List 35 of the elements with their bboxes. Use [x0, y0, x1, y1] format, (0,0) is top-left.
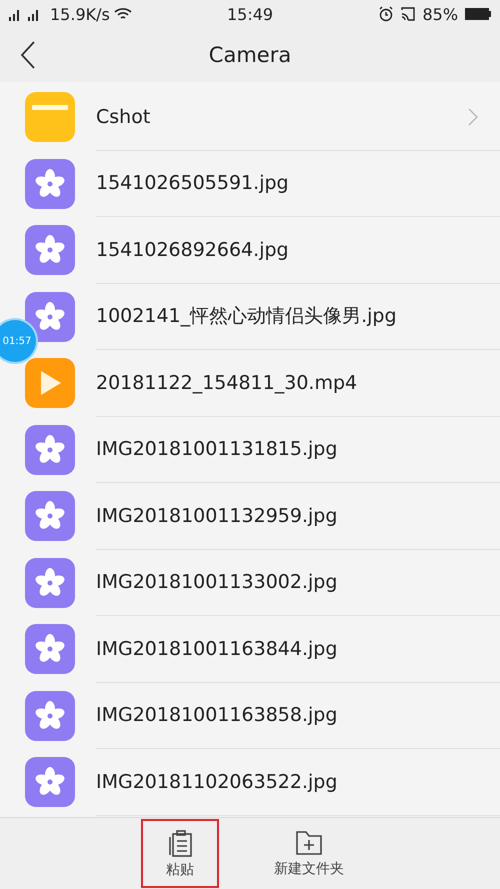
network-speed: 15.9K/s	[50, 4, 110, 24]
folder-icon	[25, 92, 75, 142]
file-name[interactable]: IMG20181001132959.jpg	[96, 504, 478, 527]
cast-icon	[400, 6, 416, 22]
battery-percent: 85%	[422, 4, 458, 24]
toolbar-button[interactable]: 新建文件夹	[259, 819, 359, 888]
file-name[interactable]: 1541026505591.jpg	[96, 172, 478, 194]
clipboard-icon	[167, 828, 193, 856]
flower-icon	[25, 491, 75, 542]
file-name[interactable]: 1541026892664.jpg	[96, 238, 478, 261]
status-time: 15:49	[226, 4, 274, 24]
back-icon	[20, 41, 36, 69]
flower-icon	[25, 158, 75, 209]
file-name[interactable]: IMG20181102063522.jpg	[96, 770, 478, 793]
page-title: Camera	[208, 43, 292, 67]
toolbar-button[interactable]: 粘贴	[141, 819, 219, 888]
wifi-icon	[114, 7, 132, 21]
flower-icon	[25, 558, 75, 608]
file-name[interactable]: IMG20181001131815.jpg	[96, 438, 478, 460]
alarm-icon	[378, 6, 394, 22]
file-name[interactable]: IMG20181001163844.jpg	[96, 638, 478, 660]
file-name[interactable]: IMG20181001133002.jpg	[96, 571, 478, 594]
battery-icon	[464, 7, 492, 21]
flower-icon	[25, 225, 75, 276]
new-folder-icon	[295, 830, 323, 856]
chevron-icon	[468, 108, 478, 126]
file-name[interactable]: 20181122_154811_30.mp4	[96, 372, 478, 394]
play-icon	[25, 358, 75, 408]
file-name[interactable]: IMG20181001163858.jpg	[96, 704, 478, 726]
flower-icon	[25, 690, 75, 741]
file-name[interactable]: 1002141_怦然心动情侣头像男.jpg	[96, 303, 478, 330]
flower-icon	[25, 757, 75, 808]
file-name[interactable]: Cshot	[96, 106, 468, 128]
flower-icon	[25, 624, 75, 674]
flower-icon	[25, 424, 75, 475]
